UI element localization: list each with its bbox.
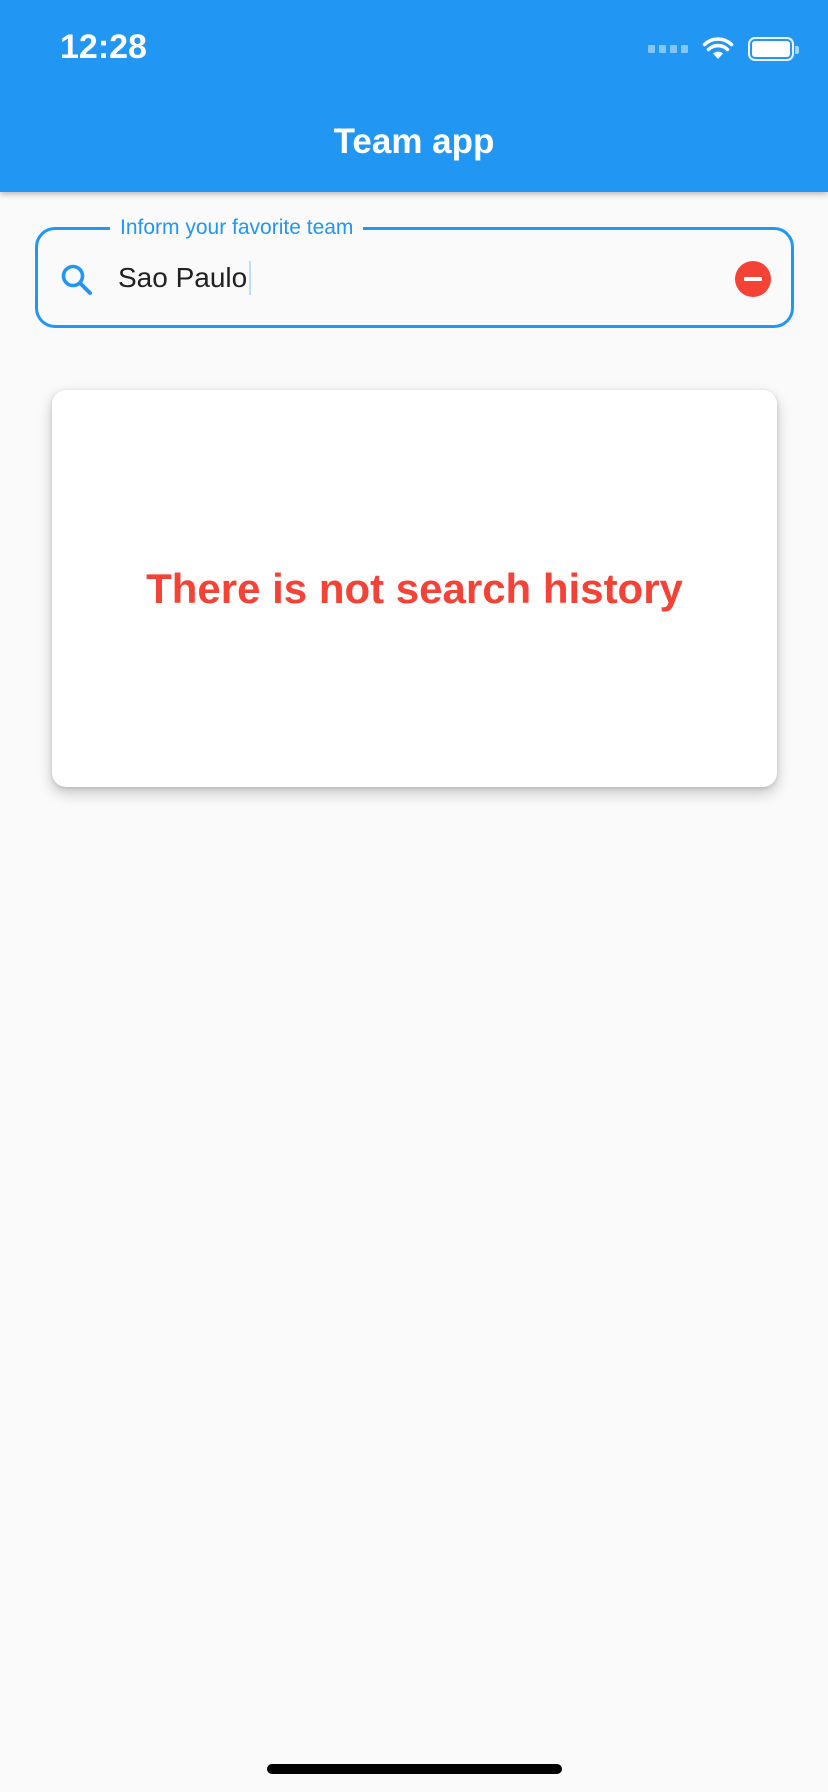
search-icon <box>61 264 92 295</box>
empty-history-message: There is not search history <box>146 564 683 612</box>
search-input[interactable]: Sao Paulo <box>118 258 252 298</box>
search-input-value: Sao Paulo <box>118 262 248 293</box>
search-field[interactable]: Inform your favorite team Sao Paulo <box>35 214 794 328</box>
wifi-icon <box>702 37 734 59</box>
page-title: Team app <box>333 122 495 161</box>
clear-search-button[interactable] <box>735 261 771 297</box>
signal-icon <box>648 45 688 53</box>
search-history-card: There is not search history <box>52 390 777 787</box>
home-indicator[interactable] <box>267 1764 562 1774</box>
battery-icon <box>748 37 799 61</box>
search-field-label: Inform your favorite team <box>110 214 364 242</box>
status-time: 12:28 <box>60 28 147 66</box>
status-icons <box>648 36 799 62</box>
text-caret <box>249 261 252 295</box>
app-bar: 12:28 Team app <box>0 0 828 192</box>
